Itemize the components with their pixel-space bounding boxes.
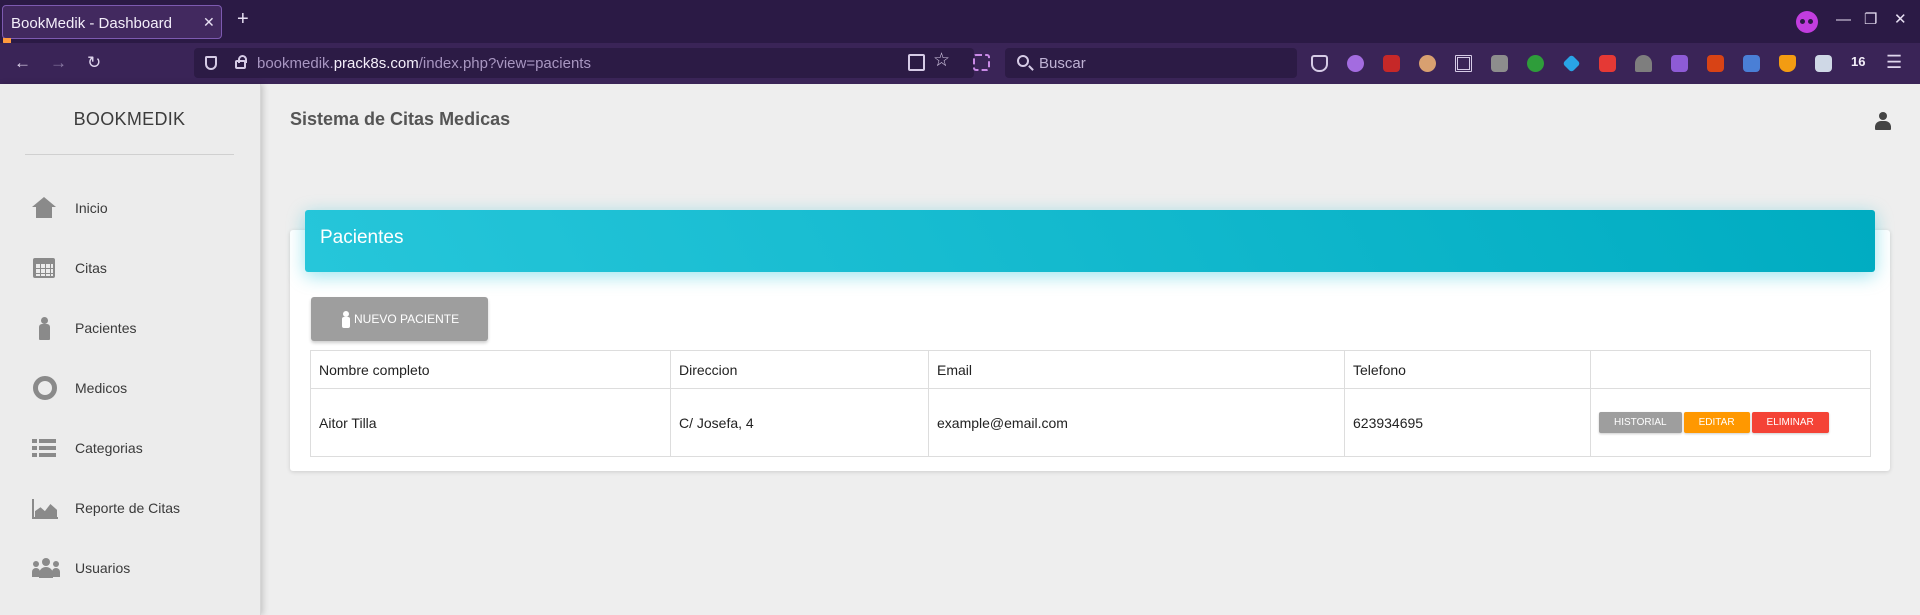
person-icon (32, 317, 58, 340)
forward-icon[interactable]: → (50, 53, 67, 73)
column-header-telefono: Telefono (1344, 350, 1591, 389)
reader-view-icon[interactable] (908, 54, 925, 71)
browser-tab-bar: BookMedik - Dashboard ✕ + — ❐ ✕ (0, 0, 1920, 46)
sidebar-item-citas[interactable]: Citas (0, 246, 259, 290)
extension-badge-icon[interactable] (1779, 55, 1796, 72)
restore-icon[interactable]: ❐ (1864, 11, 1877, 29)
hd-icon[interactable] (1707, 55, 1724, 72)
pocket-icon[interactable] (1311, 55, 1328, 72)
extension-diamond-icon[interactable] (1562, 54, 1581, 73)
translate-icon[interactable] (1743, 55, 1760, 72)
sidebar-item-label: Reporte de Citas (75, 500, 181, 516)
sidebar-item-label: Categorias (75, 440, 143, 456)
users-icon (32, 557, 60, 579)
column-header-nombre: Nombre completo (310, 350, 671, 389)
cell-address: C/ Josefa, 4 (670, 388, 929, 457)
url-host-main: prack8s.com (333, 55, 419, 72)
brand-divider (25, 154, 234, 155)
lock-icon[interactable] (235, 55, 247, 69)
extension-count-badge[interactable]: 16 (1851, 54, 1865, 69)
close-window-icon[interactable]: ✕ (1894, 11, 1907, 29)
sidebar-item-reporte-de-citas[interactable]: Reporte de Citas (0, 486, 259, 530)
sidebar-item-label: Usuarios (75, 560, 131, 576)
area-chart-icon (32, 497, 58, 519)
cell-name: Aitor Tilla (310, 388, 671, 457)
extension-puzzle-icon[interactable] (1635, 55, 1652, 72)
person-icon (341, 311, 351, 328)
shield-icon[interactable] (205, 56, 217, 70)
history-button[interactable]: HISTORIAL (1599, 412, 1682, 433)
private-browsing-icon (1796, 11, 1818, 33)
sidebar-item-categorias[interactable]: Categorias (0, 426, 259, 470)
calendar-icon (32, 257, 58, 279)
search-bar[interactable]: Buscar (1005, 48, 1297, 78)
patients-table: Nombre completo Direccion Email Telefono… (310, 350, 1871, 457)
user-account-icon[interactable] (1875, 112, 1891, 130)
tab-close-icon[interactable]: ✕ (203, 14, 215, 31)
extension-green-icon[interactable] (1527, 55, 1544, 72)
search-placeholder: Buscar (1039, 55, 1086, 72)
minimize-icon[interactable]: — (1836, 11, 1851, 29)
url-text[interactable]: bookmedik.prack8s.com/index.php?view=pac… (257, 55, 591, 72)
extension-s-icon[interactable] (1491, 55, 1508, 72)
edit-button[interactable]: EDITAR (1683, 412, 1750, 433)
back-icon[interactable]: ← (14, 53, 31, 73)
bookmark-star-icon[interactable]: ☆ (933, 50, 950, 71)
list-icon (32, 437, 58, 459)
new-patient-label: NUEVO PACIENTE (354, 312, 460, 326)
sidebar: BOOKMEDIK Inicio Citas Pacientes Medicos… (0, 84, 261, 615)
home-icon (32, 197, 58, 219)
sidebar-item-label: Medicos (75, 380, 128, 396)
cell-email: example@email.com (928, 388, 1345, 457)
browser-nav-bar: ← → ↻ bookmedik.prack8s.com/index.php?vi… (0, 43, 1920, 84)
brand-logo-text[interactable]: BOOKMEDIK (0, 109, 259, 130)
qr-code-icon[interactable] (1455, 55, 1472, 72)
camera-icon[interactable] (1599, 55, 1616, 72)
sidebar-item-label: Inicio (75, 200, 108, 216)
browser-tab[interactable]: BookMedik - Dashboard ✕ (2, 5, 222, 46)
new-tab-icon[interactable]: + (237, 9, 249, 29)
reload-icon[interactable]: ↻ (87, 53, 101, 73)
life-ring-icon (32, 376, 58, 400)
sidebar-item-medicos[interactable]: Medicos (0, 366, 259, 410)
column-header-actions (1590, 350, 1871, 389)
page-title: Sistema de Citas Medicas (290, 109, 511, 129)
delete-button[interactable]: ELIMINAR (1751, 412, 1829, 433)
extension-purple-icon[interactable] (1347, 55, 1364, 72)
sidebar-item-pacientes[interactable]: Pacientes (0, 306, 259, 350)
url-host-prefix: bookmedik. (257, 55, 334, 72)
card-title: Pacientes (320, 227, 404, 248)
hamburger-menu-icon[interactable]: ☰ (1886, 52, 1902, 73)
card-header: Pacientes (305, 210, 1875, 272)
cell-actions: HISTORIAL EDITAR ELIMINAR (1590, 388, 1871, 457)
extension-cube-icon[interactable] (1671, 55, 1688, 72)
extension-red-badge-icon[interactable] (1383, 55, 1400, 72)
extension-copy-icon[interactable] (1815, 55, 1832, 72)
cell-phone: 623934695 (1344, 388, 1591, 457)
tab-title: BookMedik - Dashboard (11, 15, 172, 32)
sidebar-item-inicio[interactable]: Inicio (0, 186, 259, 230)
table-header-row: Nombre completo Direccion Email Telefono (310, 350, 1871, 389)
url-bar[interactable]: bookmedik.prack8s.com/index.php?view=pac… (194, 48, 990, 78)
search-icon (1017, 55, 1029, 67)
extension-face-icon[interactable] (1419, 55, 1436, 72)
sidebar-item-label: Citas (75, 260, 107, 276)
url-path: /index.php?view=pacients (418, 55, 591, 72)
screenshot-extension-icon[interactable] (973, 54, 990, 71)
new-patient-button[interactable]: NUEVO PACIENTE (311, 297, 488, 341)
column-header-direccion: Direccion (670, 350, 929, 389)
sidebar-item-label: Pacientes (75, 320, 137, 336)
sidebar-item-usuarios[interactable]: Usuarios (0, 546, 259, 590)
table-row: Aitor Tilla C/ Josefa, 4 example@email.c… (310, 388, 1871, 457)
column-header-email: Email (928, 350, 1345, 389)
